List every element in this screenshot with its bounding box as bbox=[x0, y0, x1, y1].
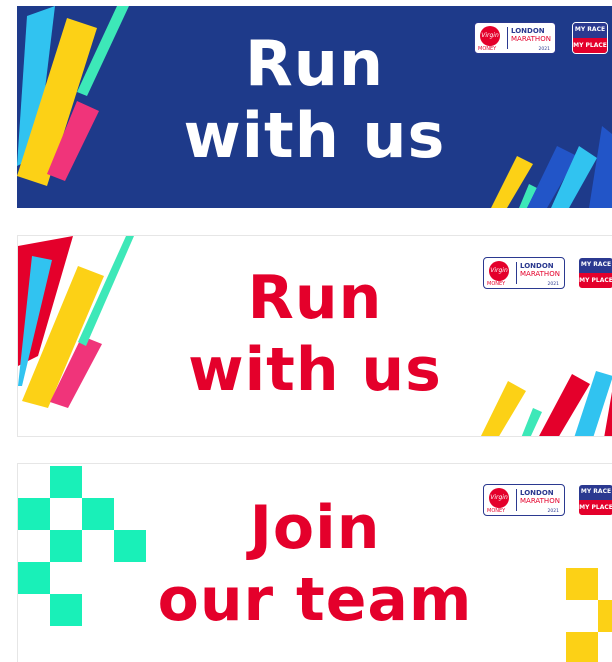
my-race-my-place-logo: MY RACE MY PLACE bbox=[578, 257, 612, 289]
virgin-money-logo: Virgin bbox=[480, 26, 500, 46]
join-our-team-banner: Join our team Virgin MONEY LONDON MARATH… bbox=[17, 463, 612, 662]
headline-line-2: with us bbox=[183, 99, 446, 172]
my-race-my-place-logo: MY RACE MY PLACE bbox=[578, 484, 612, 516]
my-race-my-place-logo: MY RACE MY PLACE bbox=[572, 22, 608, 54]
virgin-money-logo: Virgin bbox=[489, 261, 509, 281]
run-with-us-banner-white: Run with us Virgin MONEY LONDON MARATHON… bbox=[17, 235, 612, 437]
london-marathon-logo: Virgin MONEY LONDON MARATHON 2021 bbox=[483, 484, 565, 516]
headline-line-2: our team bbox=[157, 565, 473, 635]
virgin-money-logo: Virgin bbox=[489, 488, 509, 508]
headline-line-2: with us bbox=[188, 335, 442, 405]
london-marathon-logo: Virgin MONEY LONDON MARATHON 2021 bbox=[483, 257, 565, 289]
run-with-us-banner-blue: Run with us Virgin MONEY LONDON MARATHON… bbox=[17, 6, 612, 208]
london-marathon-logo: Virgin MONEY LONDON MARATHON 2021 bbox=[474, 22, 556, 54]
